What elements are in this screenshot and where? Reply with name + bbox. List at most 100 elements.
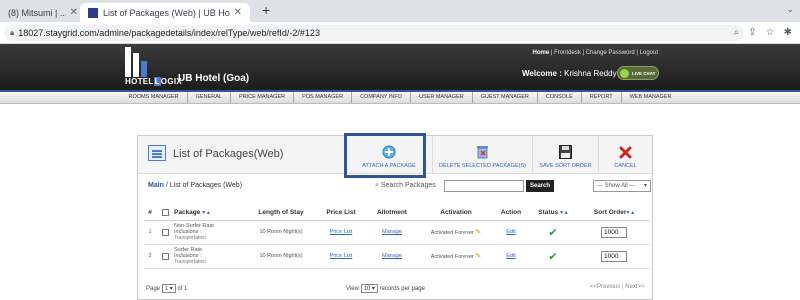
status-cell[interactable]: ✔ (528, 244, 578, 269)
cancel-label: CANCEL (614, 163, 637, 169)
sort-icon[interactable]: ▾ ▴ (202, 210, 210, 216)
delete-packages-button[interactable]: DELETE SELECTED PACKAGE(S) (432, 136, 532, 174)
pencil-icon[interactable]: ✎ (475, 229, 481, 236)
length-of-stay: 10 Room Night(s) (246, 244, 316, 269)
logo: HOTELLOGIX (125, 77, 183, 86)
edit-link-text[interactable]: Edit (506, 253, 515, 259)
col-status[interactable]: Status ▾ ▴ (528, 206, 578, 221)
search-label: ⌕ Search Packages (375, 182, 436, 190)
edit-link[interactable]: Edit (494, 244, 528, 269)
search-input[interactable] (444, 180, 524, 192)
sort-order-input[interactable]: 1000 (601, 226, 627, 238)
check-icon[interactable]: ✔ (548, 251, 557, 263)
price-list-link[interactable]: Price List (316, 244, 366, 269)
allotment-manage-link[interactable]: Manage (366, 220, 418, 245)
menu-rooms-manager[interactable]: ROOMS MANAGER (121, 92, 188, 103)
menu-web-manager[interactable]: WEB MANAGER (622, 92, 680, 103)
url-text: 18027.staygrid.com/admine/packagedetails… (18, 28, 320, 38)
star-icon[interactable]: ☆ (766, 27, 775, 38)
browser-tabstrip: (8) Mitsumi | ... ✕ List of Packages (We… (0, 0, 800, 22)
breadcrumb-main-link[interactable]: Main (148, 182, 164, 189)
sort-icon[interactable]: ▾ ▴ (626, 210, 634, 216)
col-sort-label: Sort Order (593, 209, 627, 217)
close-icon[interactable]: ✕ (234, 7, 242, 18)
show-filter-select[interactable]: --- Show All --- ▾ (593, 180, 651, 192)
pager: Page 1 ▾ of 1 (146, 284, 187, 293)
allotment-manage-link[interactable]: Manage (366, 244, 418, 269)
col-activation: Activation (418, 206, 494, 221)
extension-icon[interactable]: ✱ (784, 27, 792, 38)
packages-table: # Package ▾ ▴ Length of Stay Price List … (144, 206, 650, 269)
edit-link-text[interactable]: Edit (506, 229, 515, 235)
allotment-manage-link-text[interactable]: Manage (382, 253, 402, 259)
col-package[interactable]: Package ▾ ▴ (174, 206, 246, 221)
row-checkbox[interactable] (156, 244, 174, 269)
records-label: records per page (379, 286, 425, 292)
records-per-page: View 10 ▾ records per page (346, 284, 425, 293)
show-filter-value: --- Show All --- (597, 183, 636, 189)
activation-text: Activated Forever (430, 230, 474, 236)
activation-cell: Activated Forever ✎ (418, 244, 494, 269)
table-row: 2 Surfer Rate Inclusions : Transportatio… (144, 244, 650, 269)
search-icon[interactable]: ⌕ (734, 27, 740, 38)
pencil-icon[interactable]: ✎ (475, 253, 481, 260)
menu-company-info[interactable]: COMPANY INFO (352, 92, 412, 103)
main-menu: ROOMS MANAGER GENERAL PRICE MANAGER POS … (0, 90, 800, 104)
tab-title: (8) Mitsumi | ... (8, 7, 66, 18)
page-label: Page (146, 286, 161, 292)
chevron-down-icon: ▾ (643, 183, 647, 189)
price-list-link-text[interactable]: Price List (330, 229, 353, 235)
close-icon[interactable]: ✕ (70, 7, 78, 18)
cancel-button[interactable]: CANCEL (598, 136, 652, 174)
url-field[interactable]: 🔒︎ 18027.staygrid.com/admine/packagedeta… (4, 25, 744, 41)
sort-order-cell: 1000 (578, 244, 650, 269)
status-cell[interactable]: ✔ (528, 220, 578, 245)
col-action: Action (494, 206, 528, 221)
menu-price-manager[interactable]: PRICE MANAGER (231, 92, 295, 103)
menu-general[interactable]: GENERAL (188, 92, 231, 103)
check-icon[interactable]: ✔ (548, 227, 557, 239)
package-inclusions: Transportation (174, 259, 207, 265)
home-link[interactable]: Home (533, 50, 550, 56)
menu-user-manager[interactable]: USER MANAGER (411, 92, 473, 103)
breadcrumb-current: / List of Packages (Web) (163, 182, 243, 189)
sort-order-input[interactable]: 1000 (601, 250, 627, 262)
edit-link[interactable]: Edit (494, 220, 528, 245)
address-bar: 🔒︎ 18027.staygrid.com/admine/packagedeta… (0, 22, 800, 44)
status-dot-icon (620, 68, 629, 78)
app-header: HOTELLOGIX UB Hotel (Goa) Home | Frontde… (0, 44, 800, 90)
save-icon (559, 145, 572, 159)
browser-tab-inactive[interactable]: (8) Mitsumi | ... ✕ (0, 3, 86, 22)
frontdesk-link[interactable]: Frontdesk (554, 50, 581, 56)
prev-next-links[interactable]: <<Previous | Next>> (590, 284, 645, 290)
row-checkbox[interactable] (156, 220, 174, 245)
lock-icon: 🔒︎ (10, 28, 15, 37)
share-icon[interactable]: ⇪ (748, 27, 756, 38)
chevron-down-icon[interactable]: ⌄ (786, 4, 794, 15)
activation-text: Activated Forever (430, 254, 474, 260)
list-icon (148, 145, 166, 161)
menu-console[interactable]: CONSOLE (538, 92, 582, 103)
page-select[interactable]: 1 ▾ (161, 284, 176, 293)
menu-report[interactable]: REPORT (582, 92, 622, 103)
logout-link[interactable]: Logout (640, 50, 658, 56)
browser-tab-active[interactable]: List of Packages (Web) | UB Hotel (Goa) … (80, 3, 250, 22)
length-of-stay: 10 Room Night(s) (246, 220, 316, 245)
menu-guest-manager[interactable]: GUEST MANAGER (473, 92, 538, 103)
records-per-page-select[interactable]: 10 ▾ (360, 284, 378, 293)
sort-order-cell: 1000 (578, 220, 650, 245)
select-all-checkbox[interactable] (156, 206, 174, 221)
live-chat-toggle[interactable]: LIVE CHAT (617, 66, 659, 80)
allotment-manage-link-text[interactable]: Manage (382, 229, 402, 235)
search-button[interactable]: Search (526, 180, 554, 192)
table-header-row: # Package ▾ ▴ Length of Stay Price List … (144, 206, 650, 221)
new-tab-button[interactable]: + (262, 2, 270, 18)
sort-icon[interactable]: ▾ ▴ (560, 210, 568, 216)
save-sort-order-button[interactable]: SAVE SORT ORDER (532, 136, 598, 174)
address-icons: ⌕ ⇪ ☆ ✱ (734, 27, 792, 38)
menu-pos-manager[interactable]: POS MANAGER (294, 92, 353, 103)
col-sort-order[interactable]: Sort Order▾ ▴ (578, 206, 650, 221)
change-password-link[interactable]: Change Password (586, 50, 635, 56)
price-list-link[interactable]: Price List (316, 220, 366, 245)
price-list-link-text[interactable]: Price List (330, 253, 353, 259)
